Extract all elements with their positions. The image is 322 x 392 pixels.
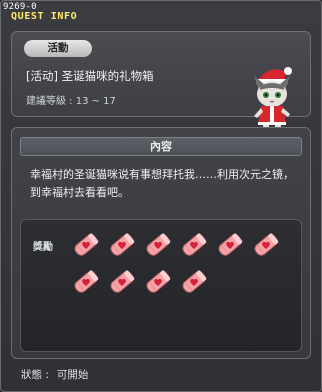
status-value: 可開始: [56, 369, 89, 381]
pink-gift-item-icon[interactable]: [251, 230, 281, 260]
quest-description: 幸福村的圣诞猫咪说有事想拜托我……利用次元之镜，到幸福村去看看吧。: [30, 168, 294, 199]
pink-gift-item-icon[interactable]: [143, 230, 173, 260]
quest-category-tag: 活動: [24, 40, 92, 57]
quest-content-panel: 內容 幸福村的圣诞猫咪说有事想拜托我……利用次元之镜，到幸福村去看看吧。 獎勵: [11, 127, 311, 359]
pink-gift-item-icon[interactable]: [179, 267, 209, 297]
pink-gift-item-icon[interactable]: [143, 267, 173, 297]
quest-info-window: 9269-0 QUEST INFO 活動 [活动] 圣诞猫咪的礼物箱 建議等級 …: [0, 0, 322, 392]
reward-label: 獎勵: [33, 242, 53, 253]
status-label: 狀態 :: [21, 369, 49, 381]
quest-summary-panel: 活動 [活动] 圣诞猫咪的礼物箱 建議等級 : 13 ~ 17: [11, 31, 311, 136]
quest-name: [活动] 圣诞猫咪的礼物箱: [26, 69, 154, 83]
content-header: 內容: [20, 137, 302, 156]
pink-gift-item-icon[interactable]: [107, 230, 137, 260]
window-title: QUEST INFO: [11, 11, 78, 22]
recommended-level: 建議等級 : 13 ~ 17: [26, 96, 116, 107]
quest-status: 狀態 : 可開始: [21, 367, 88, 382]
pink-gift-item-icon[interactable]: [71, 267, 101, 297]
pink-gift-item-icon[interactable]: [71, 230, 101, 260]
pink-gift-item-icon[interactable]: [179, 230, 209, 260]
reward-box: 獎勵: [20, 219, 302, 352]
pink-gift-item-icon[interactable]: [215, 230, 245, 260]
pink-gift-item-icon[interactable]: [107, 267, 137, 297]
